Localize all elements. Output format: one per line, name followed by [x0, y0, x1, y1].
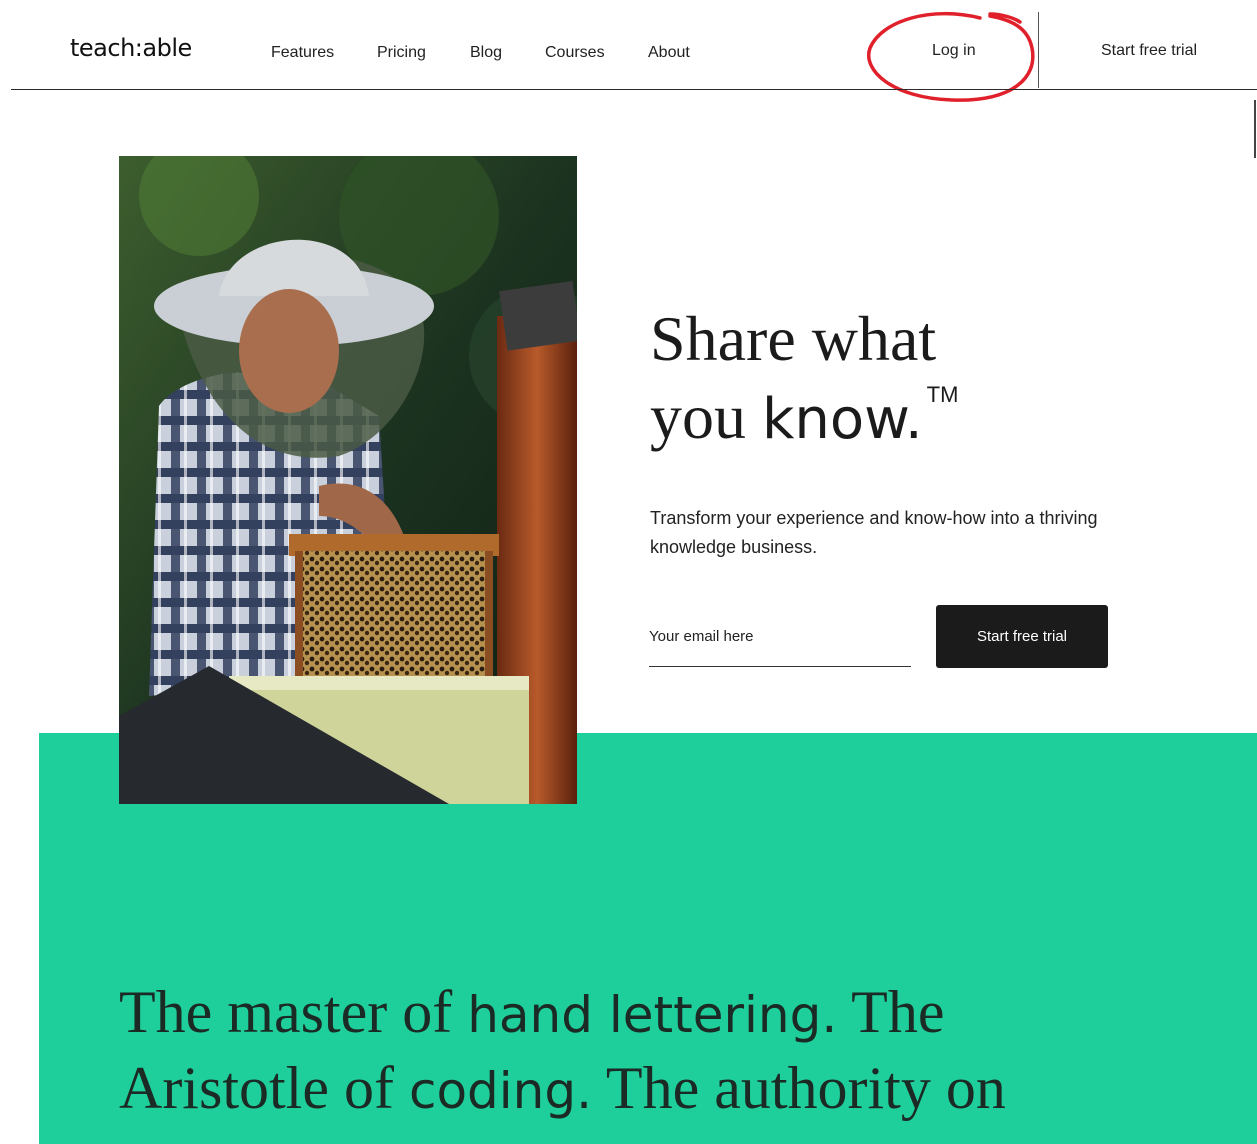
hero-title-line1: Share what: [650, 303, 937, 374]
headline-text: The authority on: [592, 1055, 1006, 1121]
headline-strong: hand lettering.: [467, 986, 838, 1044]
hero-headline: Share what you know. TM: [650, 300, 1170, 459]
nav-blog[interactable]: Blog: [470, 44, 502, 62]
hero-beekeeper-photo: [119, 156, 577, 804]
hero-title-strong: know.: [762, 387, 923, 452]
login-link[interactable]: Log in: [932, 42, 976, 60]
nav-about[interactable]: About: [648, 44, 690, 62]
teachable-logo[interactable]: teach:able: [70, 34, 192, 62]
nav-features[interactable]: Features: [271, 44, 334, 62]
header-bottom-rule: [11, 89, 1257, 90]
scrollbar-thumb[interactable]: [1254, 100, 1256, 158]
site-header: teach:able Features Pricing Blog Courses…: [0, 0, 1257, 102]
headline-text: Aristotle of: [119, 1055, 409, 1121]
headline-text: The: [837, 979, 945, 1045]
start-free-trial-button[interactable]: Start free trial: [936, 605, 1108, 668]
email-field-wrapper: [649, 620, 911, 667]
email-input[interactable]: [649, 620, 911, 653]
feature-headline: The master of hand lettering. The Aristo…: [119, 976, 1239, 1128]
nav-pricing[interactable]: Pricing: [377, 44, 426, 62]
header-start-trial-link[interactable]: Start free trial: [1101, 42, 1197, 60]
hero-subcopy: Transform your experience and know-how i…: [650, 508, 1098, 557]
nav-courses[interactable]: Courses: [545, 44, 605, 62]
headline-strong: coding.: [408, 1062, 592, 1120]
trademark-mark: TM: [926, 382, 959, 407]
headline-text: The master of: [119, 979, 468, 1045]
hero-title-line2: you: [650, 381, 762, 452]
header-divider: [1038, 12, 1039, 88]
